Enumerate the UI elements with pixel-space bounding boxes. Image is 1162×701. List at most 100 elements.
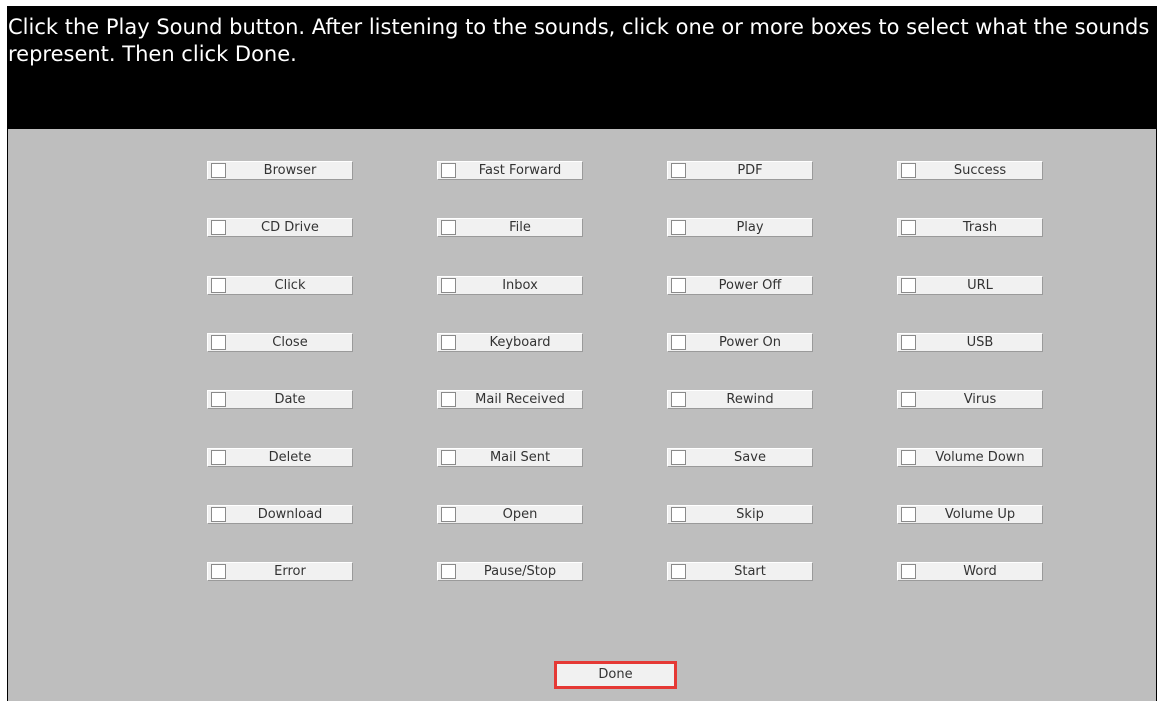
option-label: Click	[274, 278, 306, 293]
option-label: Skip	[736, 507, 764, 522]
option-play[interactable]: Play	[667, 218, 813, 237]
checkbox-date[interactable]	[211, 392, 226, 407]
option-label: Inbox	[502, 278, 538, 293]
checkbox-virus[interactable]	[901, 392, 916, 407]
checkbox-click[interactable]	[211, 278, 226, 293]
option-label: Pause/Stop	[483, 564, 557, 579]
option-cd-drive[interactable]: CD Drive	[207, 218, 353, 237]
option-label: Date	[274, 392, 306, 407]
option-label: Mail Sent	[489, 450, 551, 465]
checkbox-skip[interactable]	[671, 507, 686, 522]
option-label: Close	[272, 335, 308, 350]
checkbox-cd-drive[interactable]	[211, 220, 226, 235]
option-volume-up[interactable]: Volume Up	[897, 505, 1043, 524]
option-label: Save	[734, 450, 766, 465]
checkbox-word[interactable]	[901, 564, 916, 579]
option-label: CD Drive	[261, 220, 319, 235]
option-pause-stop[interactable]: Pause/Stop	[437, 562, 583, 581]
checkbox-fast-forward[interactable]	[441, 163, 456, 178]
option-mail-received[interactable]: Mail Received	[437, 390, 583, 409]
done-button-label: Done	[598, 667, 633, 682]
option-close[interactable]: Close	[207, 333, 353, 352]
checkbox-file[interactable]	[441, 220, 456, 235]
option-open[interactable]: Open	[437, 505, 583, 524]
option-label: Rewind	[726, 392, 774, 407]
option-label: Error	[274, 564, 306, 579]
checkbox-error[interactable]	[211, 564, 226, 579]
checkbox-keyboard[interactable]	[441, 335, 456, 350]
option-power-on[interactable]: Power On	[667, 333, 813, 352]
option-label: Power On	[719, 335, 781, 350]
checkbox-delete[interactable]	[211, 450, 226, 465]
checkbox-download[interactable]	[211, 507, 226, 522]
checkbox-power-on[interactable]	[671, 335, 686, 350]
option-save[interactable]: Save	[667, 448, 813, 467]
checkbox-pdf[interactable]	[671, 163, 686, 178]
checkbox-pause-stop[interactable]	[441, 564, 456, 579]
option-skip[interactable]: Skip	[667, 505, 813, 524]
option-success[interactable]: Success	[897, 161, 1043, 180]
checkbox-power-off[interactable]	[671, 278, 686, 293]
checkbox-trash[interactable]	[901, 220, 916, 235]
option-label: Word	[963, 564, 997, 579]
option-click[interactable]: Click	[207, 276, 353, 295]
option-delete[interactable]: Delete	[207, 448, 353, 467]
checkbox-open[interactable]	[441, 507, 456, 522]
checkbox-browser[interactable]	[211, 163, 226, 178]
option-label: Fast Forward	[478, 163, 562, 178]
option-word[interactable]: Word	[897, 562, 1043, 581]
option-label: URL	[967, 278, 993, 293]
option-mail-sent[interactable]: Mail Sent	[437, 448, 583, 467]
option-label: Trash	[962, 220, 998, 235]
checkbox-play[interactable]	[671, 220, 686, 235]
checkbox-rewind[interactable]	[671, 392, 686, 407]
option-error[interactable]: Error	[207, 562, 353, 581]
option-download[interactable]: Download	[207, 505, 353, 524]
option-usb[interactable]: USB	[897, 333, 1043, 352]
instruction-text: Click the Play Sound button. After liste…	[8, 15, 1157, 66]
checkbox-close[interactable]	[211, 335, 226, 350]
option-label: Success	[953, 163, 1007, 178]
option-label: Delete	[268, 450, 312, 465]
option-volume-down[interactable]: Volume Down	[897, 448, 1043, 467]
stage: Click the Play Sound button. After liste…	[0, 0, 1162, 701]
option-fast-forward[interactable]: Fast Forward	[437, 161, 583, 180]
checkbox-save[interactable]	[671, 450, 686, 465]
option-file[interactable]: File	[437, 218, 583, 237]
option-label: Volume Down	[935, 450, 1025, 465]
option-inbox[interactable]: Inbox	[437, 276, 583, 295]
option-date[interactable]: Date	[207, 390, 353, 409]
option-start[interactable]: Start	[667, 562, 813, 581]
option-pdf[interactable]: PDF	[667, 161, 813, 180]
option-power-off[interactable]: Power Off	[667, 276, 813, 295]
checkbox-inbox[interactable]	[441, 278, 456, 293]
option-rewind[interactable]: Rewind	[667, 390, 813, 409]
option-virus[interactable]: Virus	[897, 390, 1043, 409]
checkbox-url[interactable]	[901, 278, 916, 293]
checkbox-usb[interactable]	[901, 335, 916, 350]
checkbox-volume-down[interactable]	[901, 450, 916, 465]
option-label: Power Off	[718, 278, 782, 293]
option-label: USB	[966, 335, 994, 350]
checkbox-start[interactable]	[671, 564, 686, 579]
checkbox-volume-up[interactable]	[901, 507, 916, 522]
option-label: Keyboard	[489, 335, 551, 350]
option-label: Open	[502, 507, 538, 522]
option-url[interactable]: URL	[897, 276, 1043, 295]
option-label: Volume Up	[944, 507, 1016, 522]
option-trash[interactable]: Trash	[897, 218, 1043, 237]
checkbox-mail-received[interactable]	[441, 392, 456, 407]
option-browser[interactable]: Browser	[207, 161, 353, 180]
option-label: PDF	[737, 163, 763, 178]
task-panel: Click the Play Sound button. After liste…	[7, 6, 1157, 701]
option-keyboard[interactable]: Keyboard	[437, 333, 583, 352]
option-label: Mail Received	[475, 392, 565, 407]
option-label: Browser	[263, 163, 317, 178]
checkbox-mail-sent[interactable]	[441, 450, 456, 465]
instruction-header: Click the Play Sound button. After liste…	[8, 6, 1156, 129]
checkbox-success[interactable]	[901, 163, 916, 178]
option-label: Start	[734, 564, 766, 579]
option-label: Virus	[963, 392, 997, 407]
done-button[interactable]: Done	[554, 661, 677, 689]
option-label: Play	[736, 220, 764, 235]
